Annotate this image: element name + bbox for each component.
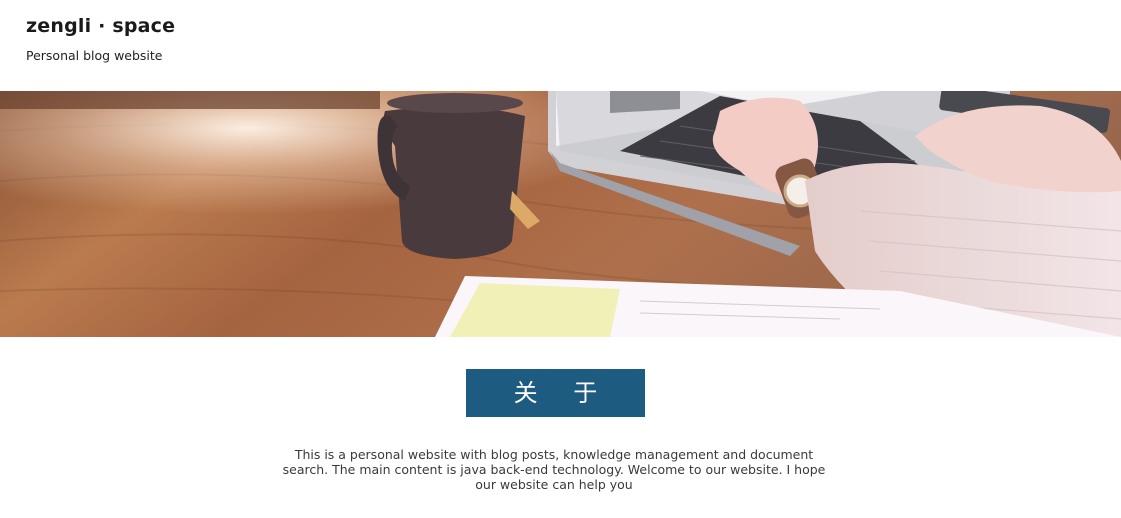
about-button[interactable]: 关 于 (466, 369, 645, 417)
site-title[interactable]: zengli · space (26, 12, 175, 40)
about-description: This is a personal website with blog pos… (282, 447, 826, 492)
site-header: zengli · space Personal blog website (26, 12, 175, 64)
site-subtitle: Personal blog website (26, 48, 163, 63)
hero-banner-image (0, 91, 1121, 337)
